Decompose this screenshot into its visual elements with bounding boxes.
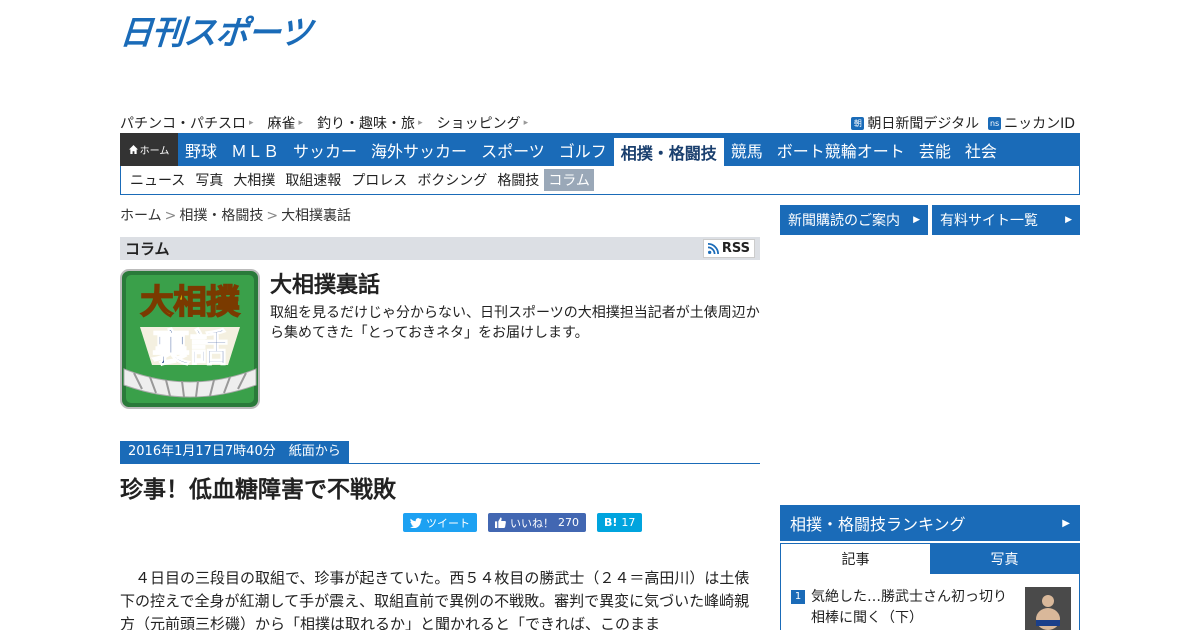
- ranking-item-title: 気絶した…勝武士さん初っ切り相棒に聞く（下）: [811, 589, 1007, 626]
- nav-item-society[interactable]: 社会: [958, 133, 1004, 166]
- ranking-title-label: 相撲・格闘技ランキング: [790, 515, 966, 534]
- article-date-bar: 2016年1月17日7時40分 紙面から: [120, 441, 760, 464]
- subscription-button[interactable]: 新聞購読のご案内 ▶: [780, 205, 928, 235]
- top-link-pachinko[interactable]: パチンコ・パチスロ: [120, 113, 254, 133]
- column-bar: コラム RSS: [120, 237, 760, 260]
- subnav-item-column[interactable]: コラム: [544, 169, 594, 191]
- main-nav: ホーム 野球 ＭＬＢ サッカー 海外サッカー スポーツ ゴルフ 相撲・格闘技 競…: [120, 133, 1080, 166]
- nav-item-soccer[interactable]: サッカー: [286, 133, 364, 166]
- arrow-right-icon: ▶: [1065, 215, 1072, 225]
- nav-item-sports[interactable]: スポーツ: [474, 133, 552, 166]
- like-count: 270: [558, 516, 579, 529]
- thumbs-up-icon: [495, 517, 506, 528]
- arrow-right-icon: ▶: [913, 215, 920, 225]
- partner-links: 朝 朝日新聞デジタル ns ニッカンID: [851, 113, 1075, 133]
- column-description: 取組を見るだけじゃ分からない、日刊スポーツの大相撲担当記者が土俵周辺から集めてき…: [270, 305, 760, 341]
- sidebar-buttons: 新聞購読のご案内 ▶ 有料サイト一覧 ▶: [780, 205, 1080, 235]
- ranking-item[interactable]: 1 気絶した…勝武士さん初っ切り相棒に聞く（下）: [791, 587, 1071, 630]
- breadcrumb-home[interactable]: ホーム: [120, 208, 162, 224]
- home-icon: [128, 145, 138, 154]
- nav-item-boat[interactable]: ボート競輪オート: [770, 133, 912, 166]
- subnav-item-torikumi[interactable]: 取組速報: [280, 170, 346, 190]
- partner-link-asahi[interactable]: 朝 朝日新聞デジタル: [851, 113, 979, 133]
- sub-nav: ニュース 写真 大相撲 取組速報 プロレス ボクシング 格闘技 コラム: [120, 166, 1080, 195]
- top-link-fishing[interactable]: 釣り・趣味・旅: [317, 113, 423, 133]
- ranking-box: 記事 写真 1 気絶した…勝武士さん初っ切り相棒に聞く（下）: [780, 543, 1080, 630]
- top-link-mahjong[interactable]: 麻雀: [268, 113, 304, 133]
- article-headline: 珍事！低血糖障害で不戦敗: [120, 477, 396, 503]
- nav-item-sumo[interactable]: 相撲・格闘技: [613, 138, 724, 166]
- subscription-label: 新聞購読のご案内: [788, 213, 900, 229]
- social-buttons: ツイート いいね！ 270 B! 17: [403, 513, 643, 532]
- ranking-tabs: 記事 写真: [781, 544, 1079, 574]
- nav-item-entertainment[interactable]: 芸能: [912, 133, 958, 166]
- nav-item-keiba[interactable]: 競馬: [724, 133, 770, 166]
- subnav-item-boxing[interactable]: ボクシング: [412, 170, 492, 190]
- paid-sites-button[interactable]: 有料サイト一覧 ▶: [932, 205, 1080, 235]
- tab-articles[interactable]: 記事: [781, 544, 930, 574]
- article-date: 2016年1月17日7時40分 紙面から: [120, 441, 349, 463]
- partner-label: 朝日新聞デジタル: [867, 116, 980, 132]
- paid-sites-label: 有料サイト一覧: [940, 213, 1038, 229]
- column-bar-title: コラム: [125, 240, 170, 258]
- column-name: 大相撲裏話: [270, 273, 381, 298]
- top-links: パチンコ・パチスロ 麻雀 釣り・趣味・旅 ショッピング: [120, 113, 542, 133]
- breadcrumb-column[interactable]: 大相撲裏話: [281, 208, 351, 224]
- nav-item-golf[interactable]: ゴルフ: [552, 133, 614, 166]
- column-logo-line2: 裏話: [152, 326, 228, 370]
- hatena-icon: B!: [604, 516, 618, 529]
- nav-item-baseball[interactable]: 野球: [178, 133, 224, 166]
- rss-button[interactable]: RSS: [702, 239, 755, 258]
- ranking-thumbnail: [1025, 587, 1071, 630]
- ranking-title[interactable]: 相撲・格闘技ランキング ▶: [780, 505, 1080, 541]
- hatena-bookmark-button[interactable]: B! 17: [597, 513, 643, 532]
- nav-home-label: ホーム: [139, 146, 170, 157]
- like-button[interactable]: いいね！ 270: [488, 513, 586, 532]
- column-logo-image: 大相撲 裏話: [120, 269, 260, 409]
- partner-label: ニッカンID: [1004, 116, 1075, 132]
- ns-icon: ns: [988, 116, 1002, 130]
- logo-text: 日刊スポーツ: [118, 13, 313, 52]
- tab-photos[interactable]: 写真: [930, 544, 1079, 574]
- column-logo-line1: 大相撲: [141, 282, 241, 321]
- tweet-label: ツイート: [426, 516, 470, 530]
- subnav-item-martial-arts[interactable]: 格闘技: [492, 170, 544, 190]
- tweet-button[interactable]: ツイート: [403, 513, 477, 532]
- top-link-shopping[interactable]: ショッピング: [437, 113, 529, 133]
- hatena-count: 17: [621, 516, 636, 529]
- twitter-icon: [410, 517, 422, 528]
- rss-label: RSS: [721, 241, 750, 256]
- subnav-item-prowrestling[interactable]: プロレス: [346, 170, 412, 190]
- rss-icon: [707, 243, 719, 254]
- site-logo[interactable]: 日刊スポーツ: [118, 11, 312, 52]
- nav-home[interactable]: ホーム: [120, 133, 178, 166]
- article-body: ４日目の三段目の取組で、珍事が起きていた。西５４枚目の勝武士（２４＝高田川）は土…: [120, 569, 750, 630]
- nav-item-world-soccer[interactable]: 海外サッカー: [364, 133, 474, 166]
- subnav-item-ozumo[interactable]: 大相撲: [228, 170, 280, 190]
- like-label: いいね！: [510, 516, 554, 530]
- ranking-number: 1: [791, 590, 805, 604]
- asahi-icon: 朝: [851, 116, 865, 130]
- subnav-item-photo[interactable]: 写真: [190, 170, 228, 190]
- partner-link-nikkan-id[interactable]: ns ニッカンID: [988, 113, 1075, 133]
- breadcrumb-sumo[interactable]: 相撲・格闘技: [179, 208, 263, 224]
- arrow-right-icon: ▶: [1062, 517, 1070, 529]
- nav-item-mlb[interactable]: ＭＬＢ: [224, 133, 286, 166]
- subnav-item-news[interactable]: ニュース: [125, 170, 190, 190]
- breadcrumb: ホーム > 相撲・格闘技 > 大相撲裏話: [120, 208, 352, 224]
